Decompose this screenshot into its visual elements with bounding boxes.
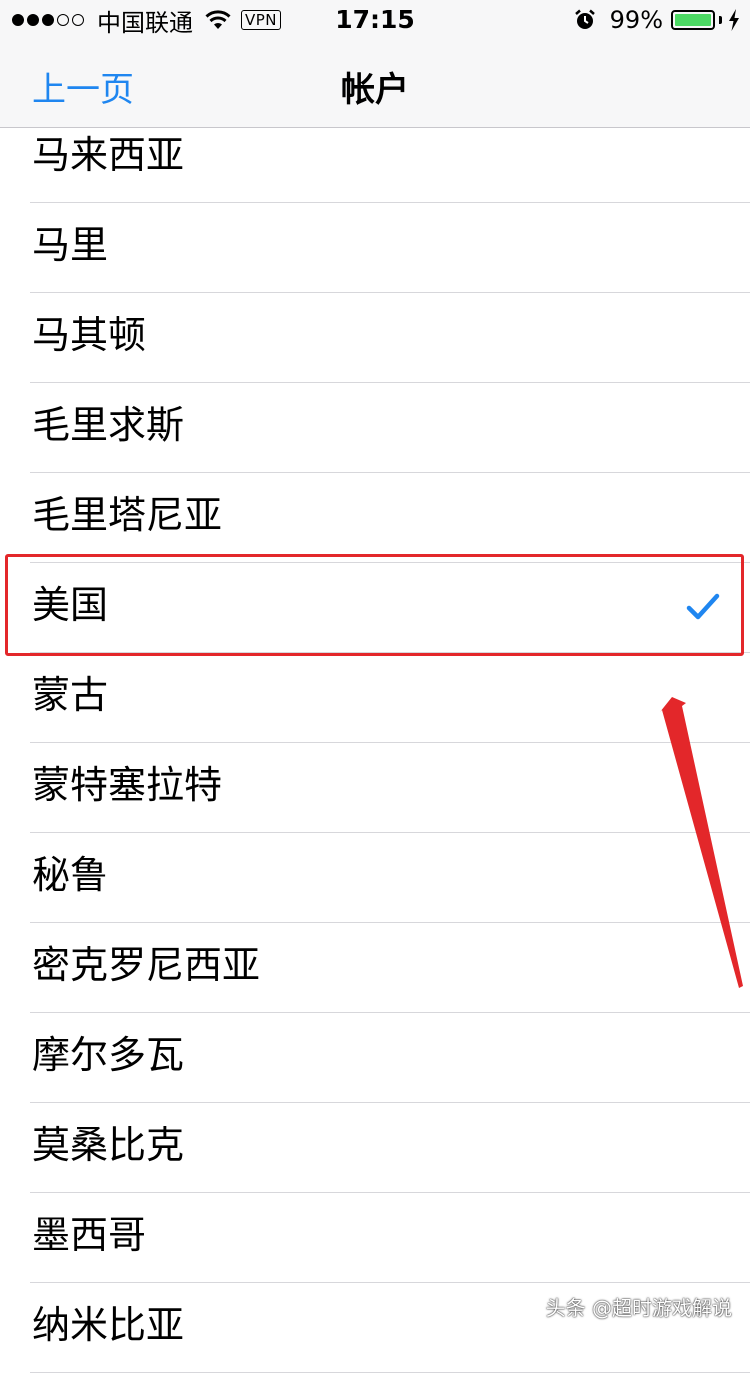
- watermark: 头条 @超时游戏解说: [545, 1296, 732, 1320]
- arrow-annotation: [660, 697, 743, 988]
